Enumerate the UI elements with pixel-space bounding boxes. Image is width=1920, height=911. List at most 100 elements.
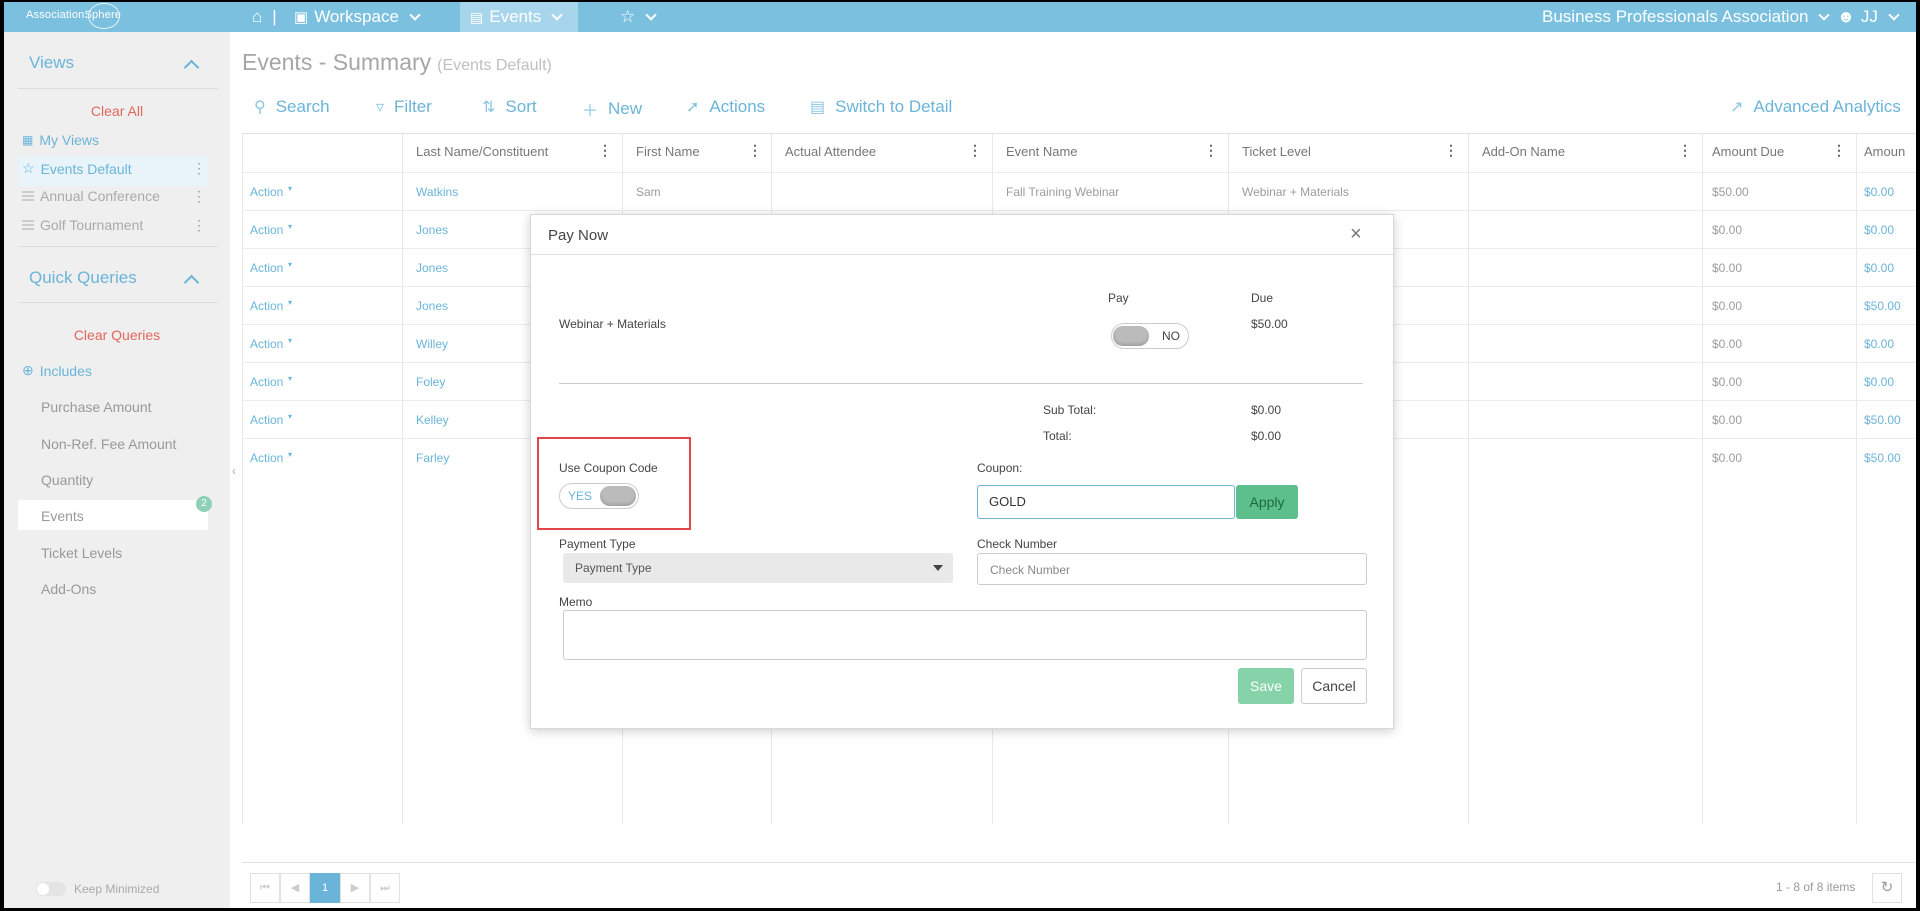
next-page-button[interactable]: ▶ bbox=[340, 873, 370, 903]
cancel-button[interactable]: Cancel bbox=[1301, 668, 1367, 704]
cell-amount[interactable]: $0.00 bbox=[1864, 185, 1894, 199]
cell-amount[interactable]: $0.00 bbox=[1864, 223, 1894, 237]
cell-last-name[interactable]: Foley bbox=[416, 375, 445, 389]
cell-last-name[interactable]: Watkins bbox=[416, 185, 458, 199]
workspace-menu[interactable]: ▣ Workspace bbox=[294, 7, 423, 27]
clear-queries-link[interactable]: Clear Queries bbox=[4, 327, 230, 343]
kebab-icon[interactable]: ⋮ bbox=[1204, 142, 1218, 159]
header-ticket-level[interactable]: Ticket Level bbox=[1242, 144, 1311, 159]
kebab-icon[interactable]: ⋮ bbox=[1678, 142, 1692, 159]
monitor-icon: ▣ bbox=[294, 9, 309, 26]
header-first-name[interactable]: First Name bbox=[636, 144, 700, 159]
close-icon[interactable]: × bbox=[1350, 223, 1362, 246]
cell-last-name[interactable]: Farley bbox=[416, 451, 449, 465]
first-page-button[interactable]: ⏮ bbox=[250, 873, 280, 903]
query-quantity[interactable]: Quantity bbox=[41, 472, 93, 488]
sort-button[interactable]: ⇅ Sort bbox=[482, 97, 537, 117]
advanced-analytics-button[interactable]: ↗ Advanced Analytics bbox=[1730, 97, 1901, 117]
kebab-icon[interactable]: ⋮ bbox=[192, 160, 206, 177]
events-tab[interactable]: ▤ Events bbox=[470, 7, 565, 27]
home-button[interactable]: ⌂ | bbox=[252, 7, 277, 27]
query-purchase-amount[interactable]: Purchase Amount bbox=[41, 399, 152, 415]
cell-amount[interactable]: $0.00 bbox=[1864, 375, 1894, 389]
cell-amount[interactable]: $0.00 bbox=[1864, 261, 1894, 275]
kebab-icon[interactable]: ⋮ bbox=[598, 142, 612, 159]
last-page-button[interactable]: ⏭ bbox=[370, 873, 400, 903]
favorites-menu[interactable]: ☆ bbox=[620, 7, 659, 27]
cell-last-name[interactable]: Willey bbox=[416, 337, 448, 351]
action-dropdown[interactable]: Action bbox=[250, 299, 283, 313]
save-button[interactable]: Save bbox=[1238, 668, 1294, 704]
page-1-button[interactable]: 1 bbox=[310, 873, 340, 903]
kebab-icon[interactable]: ⋮ bbox=[1832, 142, 1846, 159]
kebab-icon[interactable]: ⋮ bbox=[968, 142, 982, 159]
caret-down-icon: ▾ bbox=[288, 336, 293, 345]
search-button[interactable]: ⚲ Search bbox=[254, 97, 330, 117]
user-menu[interactable]: ☻ JJ bbox=[1837, 7, 1902, 27]
refresh-icon[interactable]: ↻ bbox=[1872, 873, 1902, 903]
views-title[interactable]: Views bbox=[29, 53, 74, 73]
cell-last-name[interactable]: Jones bbox=[416, 223, 448, 237]
action-dropdown[interactable]: Action bbox=[250, 185, 283, 199]
quick-queries-title[interactable]: Quick Queries bbox=[29, 268, 137, 288]
cell-last-name[interactable]: Jones bbox=[416, 299, 448, 313]
chevron-up-icon[interactable] bbox=[183, 274, 200, 291]
prev-page-button[interactable]: ◀ bbox=[280, 873, 310, 903]
coupon-input[interactable]: GOLD bbox=[977, 485, 1235, 519]
action-dropdown[interactable]: Action bbox=[250, 451, 283, 465]
payment-type-select[interactable]: Payment Type bbox=[563, 553, 953, 583]
kebab-icon[interactable]: ⋮ bbox=[192, 217, 206, 234]
action-dropdown[interactable]: Action bbox=[250, 375, 283, 389]
table-row[interactable]: Action ▾ Watkins Sam Fall Training Webinar We… bbox=[242, 172, 1916, 210]
apply-button[interactable]: Apply bbox=[1236, 485, 1298, 519]
action-dropdown[interactable]: Action bbox=[250, 261, 283, 275]
query-ticket-levels[interactable]: Ticket Levels bbox=[41, 545, 122, 561]
toggle-switch[interactable] bbox=[36, 882, 66, 896]
pay-toggle[interactable]: NO bbox=[1111, 323, 1189, 349]
cell-amount[interactable]: $50.00 bbox=[1864, 299, 1901, 313]
chevron-up-icon[interactable] bbox=[183, 59, 200, 76]
org-switcher[interactable]: Business Professionals Association bbox=[1542, 7, 1832, 27]
ticket-icon: ▤ bbox=[470, 8, 484, 25]
kebab-icon[interactable]: ⋮ bbox=[1444, 142, 1458, 159]
includes-toggle[interactable]: ⊕ Includes bbox=[22, 362, 92, 379]
cell-last-name[interactable]: Jones bbox=[416, 261, 448, 275]
cell-amount[interactable]: $50.00 bbox=[1864, 451, 1901, 465]
sidebar-item-annual-conference[interactable]: Annual Conference ⋮ bbox=[22, 188, 206, 204]
query-non-ref-fee-amount[interactable]: Non-Ref. Fee Amount bbox=[41, 436, 176, 452]
keep-minimized-toggle[interactable]: Keep Minimized bbox=[36, 882, 159, 896]
collapse-sidebar-icon[interactable]: ‹ bbox=[232, 464, 236, 478]
use-coupon-toggle[interactable]: YES bbox=[559, 483, 639, 509]
sidebar-item-my-views[interactable]: ▦ My Views bbox=[22, 132, 99, 148]
events-label: Events bbox=[489, 7, 542, 26]
sidebar-item-events-default[interactable]: ☆ Events Default ⋮ bbox=[22, 160, 206, 177]
cell-amount[interactable]: $50.00 bbox=[1864, 413, 1901, 427]
header-add-on-name[interactable]: Add-On Name bbox=[1482, 144, 1565, 159]
query-add-ons[interactable]: Add-Ons bbox=[41, 581, 96, 597]
check-number-input[interactable]: Check Number bbox=[977, 553, 1367, 585]
switch-to-detail-button[interactable]: ▤ Switch to Detail bbox=[810, 97, 952, 117]
new-button[interactable]: ＋ New bbox=[582, 97, 642, 121]
kebab-icon[interactable]: ⋮ bbox=[192, 188, 206, 205]
query-events[interactable]: Events bbox=[41, 508, 84, 524]
header-amount[interactable]: Amoun bbox=[1864, 144, 1905, 159]
action-dropdown[interactable]: Action bbox=[250, 337, 283, 351]
header-actual-attendee[interactable]: Actual Attendee bbox=[785, 144, 876, 159]
kebab-icon[interactable]: ⋮ bbox=[748, 142, 762, 159]
filter-button[interactable]: ▿ Filter bbox=[376, 97, 432, 117]
action-dropdown[interactable]: Action bbox=[250, 223, 283, 237]
app-logo[interactable]: AssociationSphere bbox=[26, 3, 121, 29]
sidebar-item-label: Annual Conference bbox=[40, 188, 160, 204]
action-dropdown[interactable]: Action bbox=[250, 413, 283, 427]
memo-textarea[interactable] bbox=[563, 610, 1367, 660]
cell-amount[interactable]: $0.00 bbox=[1864, 337, 1894, 351]
caret-down-icon: ▾ bbox=[288, 374, 293, 383]
header-event-name[interactable]: Event Name bbox=[1006, 144, 1078, 159]
header-amount-due[interactable]: Amount Due bbox=[1712, 144, 1784, 159]
filter-label: Filter bbox=[394, 97, 432, 116]
actions-button[interactable]: ➚ Actions bbox=[686, 97, 765, 117]
header-last-name[interactable]: Last Name/Constituent bbox=[416, 144, 548, 159]
clear-all-link[interactable]: Clear All bbox=[4, 103, 230, 119]
sidebar-item-golf-tournament[interactable]: Golf Tournament ⋮ bbox=[22, 217, 206, 233]
cell-last-name[interactable]: Kelley bbox=[416, 413, 449, 427]
